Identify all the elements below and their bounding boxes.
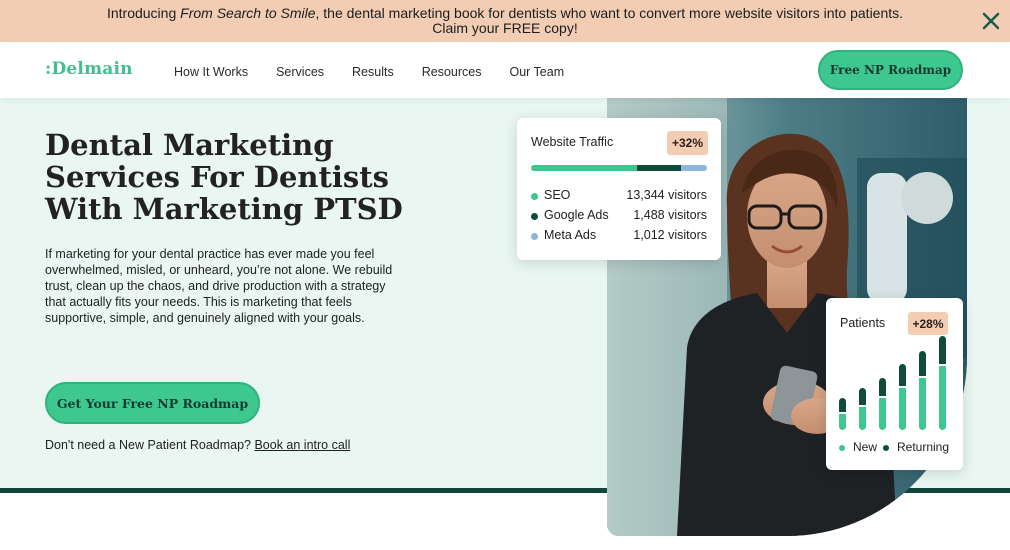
announcement-claim-link[interactable]: Claim your FREE copy! — [0, 21, 1010, 36]
legend-new-dot — [839, 445, 845, 451]
book-title: From Search to Smile — [180, 5, 316, 21]
traffic-row-meta-ads: Meta Ads 1,012 visitors — [531, 228, 707, 244]
patients-growth-badge: +28% — [908, 312, 948, 335]
intro-prefix: Don't need a New Patient Roadmap? — [45, 438, 255, 452]
traffic-source-label: Google Ads — [544, 208, 609, 222]
nav-how-it-works[interactable]: How It Works — [174, 65, 248, 79]
announcement-suffix: , the dental marketing book for dentists… — [315, 5, 904, 21]
headline-line-2: Services For Dentists — [45, 160, 389, 194]
announcement-bar: Introducing From Search to Smile, the de… — [0, 0, 1010, 42]
seo-dot — [531, 193, 538, 200]
patients-bar — [939, 335, 946, 430]
nav-our-team[interactable]: Our Team — [509, 65, 564, 79]
patients-card: Patients +28% New Returning — [826, 298, 963, 470]
returning-segment — [839, 398, 846, 412]
nav-services[interactable]: Services — [276, 65, 324, 79]
nav-resources[interactable]: Resources — [422, 65, 482, 79]
announcement-line-1: Introducing From Search to Smile, the de… — [0, 6, 1010, 21]
patients-bar — [879, 377, 886, 430]
intro-call-line: Don't need a New Patient Roadmap? Book a… — [45, 438, 350, 452]
book-intro-call-link[interactable]: Book an intro call — [254, 438, 350, 452]
traffic-source-value: 13,344 visitors — [626, 188, 707, 202]
returning-segment — [899, 364, 906, 387]
new-segment — [859, 406, 866, 430]
traffic-source-value: 1,012 visitors — [633, 228, 707, 242]
announcement-prefix: Introducing — [106, 5, 181, 21]
traffic-bar-segment — [680, 165, 707, 171]
patients-card-title: Patients — [840, 316, 886, 330]
returning-segment — [879, 377, 886, 397]
traffic-card-title: Website Traffic — [531, 135, 614, 149]
hero-description: If marketing for your dental practice ha… — [45, 247, 393, 325]
traffic-source-value: 1,488 visitors — [633, 208, 707, 222]
free-roadmap-button[interactable]: Free NP Roadmap — [818, 50, 963, 90]
traffic-bar-segment — [531, 165, 637, 171]
website-traffic-card: Website Traffic +32% SEO 13,344 visitors… — [517, 118, 721, 260]
navbar: :Delmain How It Works Services Results R… — [0, 42, 1010, 98]
headline-line-3: With Marketing PTSD — [45, 192, 403, 226]
traffic-source-label: Meta Ads — [544, 228, 597, 242]
traffic-source-label: SEO — [544, 188, 571, 202]
headline-line-1: Dental Marketing — [45, 128, 334, 162]
page-title: Dental Marketing Services For Dentists W… — [45, 129, 465, 225]
patients-bar — [859, 388, 866, 430]
new-segment — [899, 388, 906, 430]
legend-returning-label: Returning — [897, 440, 950, 454]
patients-bar — [919, 351, 926, 430]
traffic-row-seo: SEO 13,344 visitors — [531, 188, 707, 204]
traffic-bar-segment — [636, 165, 681, 171]
new-segment — [939, 366, 946, 430]
patients-bar — [839, 398, 846, 430]
new-segment — [879, 398, 886, 430]
nav-links: How It Works Services Results Resources … — [174, 65, 592, 79]
patients-bar-chart — [839, 335, 951, 430]
returning-segment — [939, 335, 946, 365]
logo[interactable]: :Delmain — [45, 59, 133, 79]
traffic-share-bar — [531, 165, 707, 171]
get-roadmap-button[interactable]: Get Your Free NP Roadmap — [45, 382, 260, 424]
legend-new-label: New — [853, 440, 878, 454]
patients-bar — [899, 364, 906, 430]
returning-segment — [919, 351, 926, 377]
meta-ads-dot — [531, 233, 538, 240]
traffic-growth-badge: +32% — [667, 131, 708, 155]
traffic-row-google-ads: Google Ads 1,488 visitors — [531, 208, 707, 224]
legend-returning-dot — [883, 445, 889, 451]
nav-results[interactable]: Results — [352, 65, 394, 79]
google-ads-dot — [531, 213, 538, 220]
new-segment — [839, 413, 846, 430]
new-segment — [919, 378, 926, 430]
close-icon[interactable] — [978, 8, 1004, 34]
returning-segment — [859, 388, 866, 405]
